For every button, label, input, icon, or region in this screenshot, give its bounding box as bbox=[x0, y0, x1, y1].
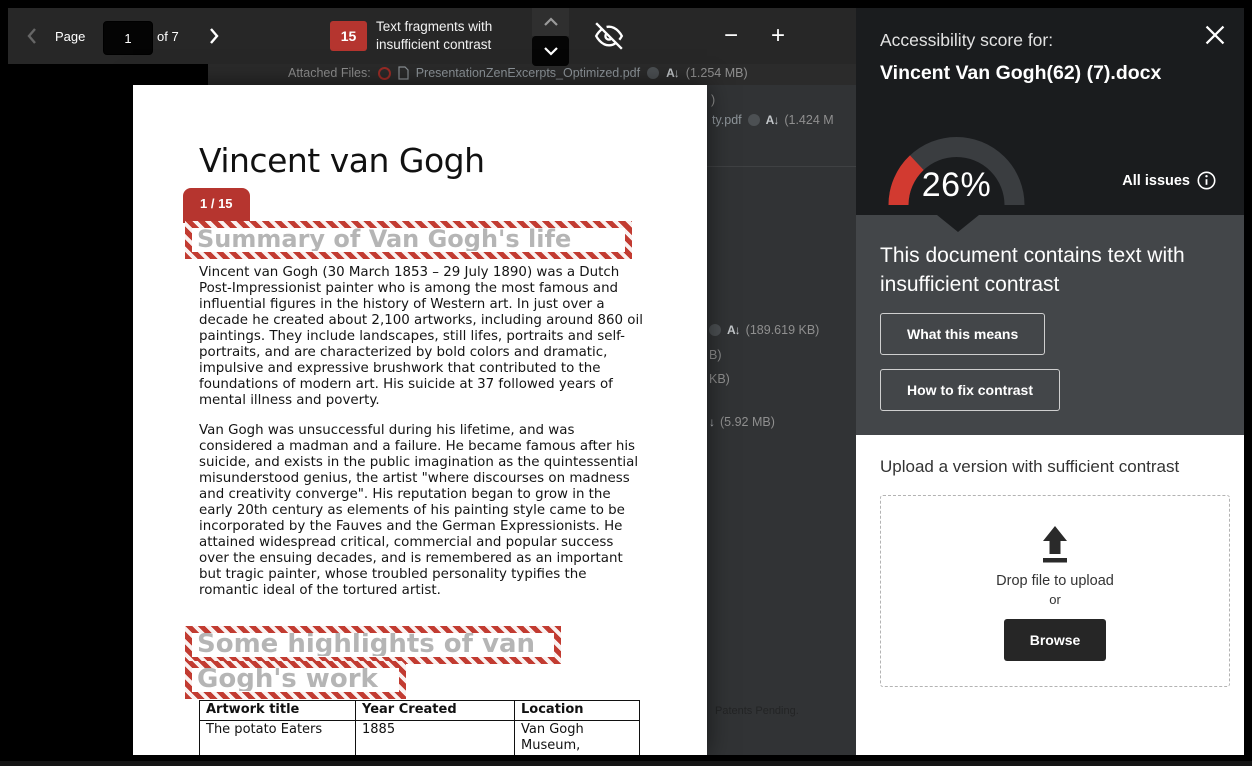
bottom-edge bbox=[0, 761, 1252, 766]
file-dropzone[interactable]: Drop file to upload or Browse bbox=[880, 495, 1230, 687]
zoom-in-button[interactable]: + bbox=[761, 17, 795, 55]
file-icon bbox=[398, 66, 409, 80]
gauge-pointer-notch bbox=[937, 215, 979, 232]
column-header: Location bbox=[514, 700, 640, 721]
issue-message-section: This document contains text with insuffi… bbox=[856, 215, 1244, 435]
contrast-highlight-box: Gogh's work bbox=[185, 661, 406, 699]
attached-file-name: PresentationZenExcerpts_Optimized.pdf bbox=[415, 66, 641, 80]
next-page-button[interactable] bbox=[200, 22, 228, 50]
panel-header: Accessibility score for: Vincent Van Gog… bbox=[856, 8, 1244, 215]
hide-highlights-button[interactable] bbox=[586, 19, 632, 53]
page-label: Page bbox=[55, 29, 86, 44]
column-header: Artwork title bbox=[199, 700, 356, 721]
highlighted-heading: Some highlights of van bbox=[197, 633, 536, 656]
page-number-input[interactable] bbox=[103, 21, 153, 55]
patents-pending-text: Patents Pending. bbox=[715, 705, 799, 717]
issue-count-badge: 15 bbox=[330, 21, 367, 51]
attached-file-size: (1.254 MB) bbox=[685, 66, 748, 80]
fragment-text: KB) bbox=[709, 372, 730, 386]
table-cell: 1885 bbox=[355, 720, 515, 755]
column-header: Year Created bbox=[355, 700, 515, 721]
alternative-formats-icon: A↓ bbox=[666, 66, 680, 80]
all-issues-button[interactable]: All issues bbox=[1116, 170, 1222, 191]
document-title: Vincent van Gogh bbox=[199, 141, 485, 180]
fragment-text: ) bbox=[711, 93, 716, 107]
chevron-right-icon bbox=[210, 28, 219, 44]
next-issue-button[interactable] bbox=[532, 36, 569, 66]
all-issues-label: All issues bbox=[1122, 172, 1190, 189]
upload-icon bbox=[1043, 526, 1067, 563]
previous-issue-button[interactable] bbox=[532, 8, 569, 36]
chevron-left-icon bbox=[27, 28, 36, 44]
contrast-highlight-box: Summary of Van Gogh's life bbox=[185, 221, 632, 259]
fragment-file-size: (1.424 M bbox=[784, 113, 834, 127]
how-to-fix-button[interactable]: How to fix contrast bbox=[880, 369, 1061, 411]
fragment-text: B) bbox=[709, 348, 722, 362]
document-preview: Vincent van Gogh 1 / 15 Summary of Van G… bbox=[133, 85, 707, 755]
table-header-row: Artwork title Year Created Location bbox=[199, 700, 640, 721]
upload-heading: Upload a version with sufficient contras… bbox=[880, 457, 1180, 476]
alternative-formats-icon: A↓ bbox=[765, 113, 780, 127]
issue-type-label: Text fragments with insufficient contras… bbox=[376, 19, 493, 52]
table-cell: The potato Eaters bbox=[199, 720, 356, 755]
attached-files-label: Attached Files: bbox=[288, 66, 371, 80]
score-for-label: Accessibility score for: bbox=[880, 30, 1054, 50]
or-label: or bbox=[1049, 592, 1061, 607]
score-percentage: 26% bbox=[921, 166, 992, 204]
paragraph: Vincent van Gogh (30 March 1853 – 29 Jul… bbox=[199, 265, 643, 408]
close-icon bbox=[1205, 25, 1225, 45]
issue-message: This document contains text with insuffi… bbox=[880, 244, 1185, 296]
browse-button[interactable]: Browse bbox=[1003, 619, 1107, 661]
highlighted-heading: Gogh's work bbox=[197, 668, 378, 691]
ally-score-icon bbox=[377, 66, 391, 80]
fragment-file-size: (5.92 MB) bbox=[720, 415, 775, 429]
download-arrow-icon: ↓ bbox=[709, 415, 715, 429]
table-row: The potato Eaters 1885 Van Gogh Museum, … bbox=[199, 720, 640, 755]
alternative-formats-icon: A↓ bbox=[727, 323, 741, 337]
fragment-file-size: (189.619 KB) bbox=[745, 323, 820, 337]
close-panel-button[interactable] bbox=[1198, 18, 1232, 52]
contrast-highlight-box: Some highlights of van bbox=[185, 626, 561, 664]
paragraph: Van Gogh was unsuccessful during his lif… bbox=[199, 423, 639, 598]
issue-position-badge: 1 / 15 bbox=[183, 188, 250, 223]
chevron-up-icon bbox=[543, 17, 558, 26]
divider bbox=[707, 166, 856, 167]
artwork-table: Artwork title Year Created Location The … bbox=[199, 700, 640, 755]
document-body: Vincent van Gogh (30 March 1853 – 29 Jul… bbox=[199, 265, 645, 613]
background-attached-files-row: Attached Files: PresentationZenExcerpts_… bbox=[208, 64, 856, 85]
score-dot-icon bbox=[647, 67, 660, 79]
info-icon bbox=[1197, 171, 1216, 190]
what-this-means-button[interactable]: What this means bbox=[880, 313, 1046, 355]
score-dot-icon bbox=[709, 324, 721, 336]
table-cell: Van Gogh Museum, Amsterdam bbox=[514, 720, 640, 755]
preview-toolbar: Page of 7 15 Text fragments with insuffi… bbox=[8, 8, 856, 66]
accessibility-panel: Accessibility score for: Vincent Van Gog… bbox=[856, 8, 1244, 755]
fragment-file-name: ty.pdf bbox=[712, 113, 742, 127]
chevron-down-icon bbox=[543, 47, 558, 56]
zoom-out-button[interactable]: − bbox=[714, 17, 748, 55]
eye-off-icon bbox=[594, 22, 624, 50]
previous-page-button[interactable] bbox=[18, 22, 46, 50]
page-total-label: of 7 bbox=[157, 29, 179, 44]
drop-file-label: Drop file to upload bbox=[996, 573, 1114, 589]
background-page-fragment: ) ty.pdf A↓ (1.424 M A↓ (189.619 KB) B) … bbox=[707, 85, 856, 755]
score-dot-icon bbox=[747, 114, 760, 126]
upload-section: Upload a version with sufficient contras… bbox=[856, 435, 1244, 755]
highlighted-heading: Summary of Van Gogh's life bbox=[197, 228, 572, 251]
scored-file-name: Vincent Van Gogh(62) (7).docx bbox=[880, 62, 1162, 84]
